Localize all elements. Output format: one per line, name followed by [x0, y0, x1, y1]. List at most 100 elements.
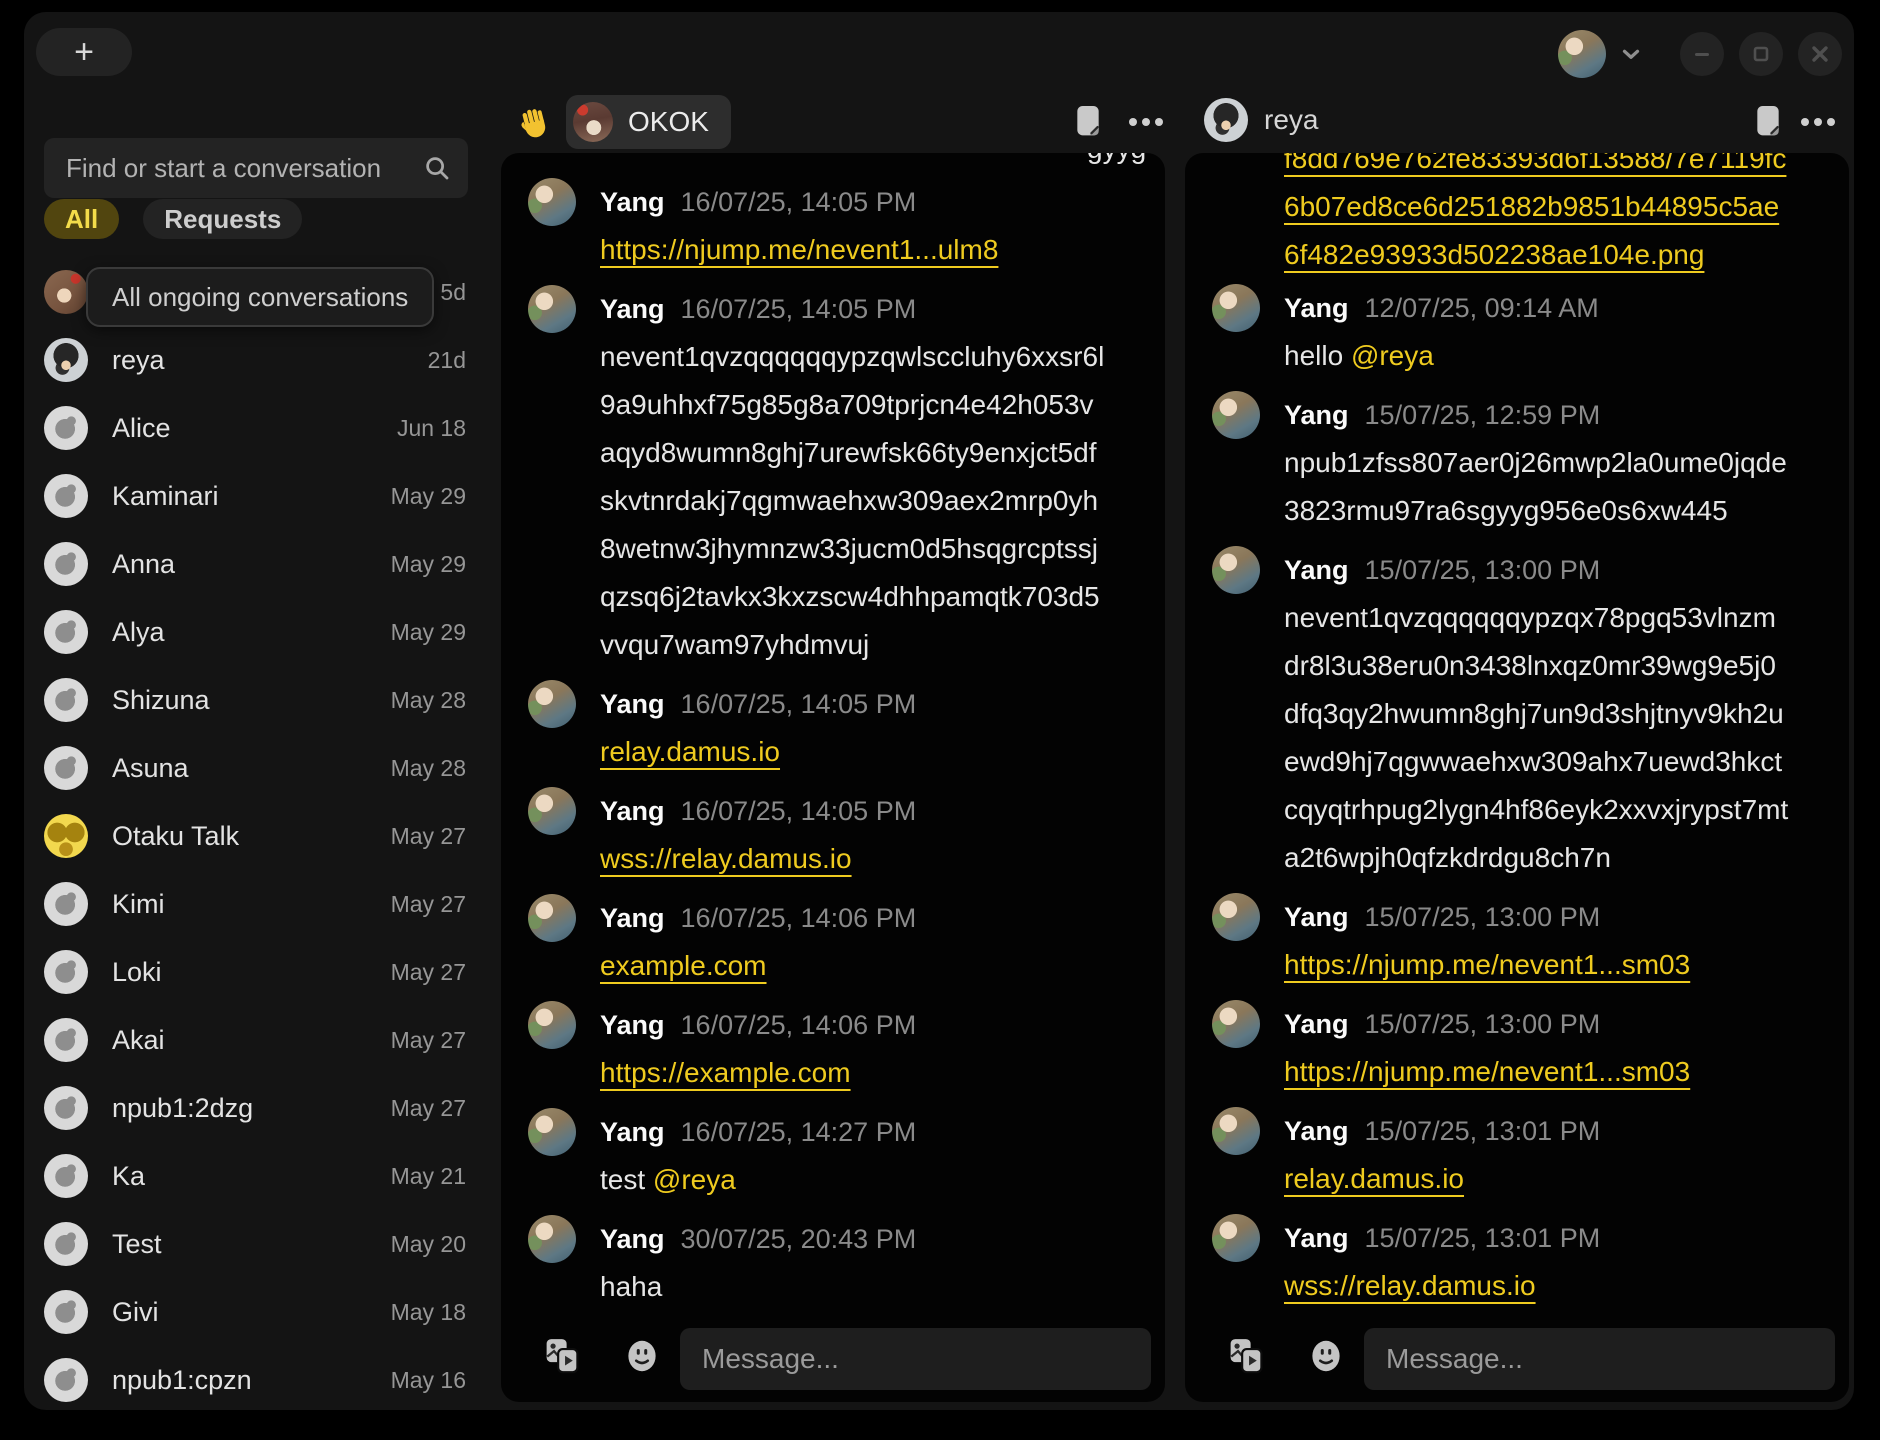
message-timestamp: 16/07/25, 14:06 PM [681, 894, 917, 942]
message: Yang15/07/25, 13:01 PMrelay.damus.io [1212, 1107, 1849, 1203]
message-avatar[interactable] [1212, 893, 1260, 941]
conversation-avatar [44, 814, 88, 858]
message-avatar[interactable] [528, 680, 576, 728]
conversation-item[interactable]: KimiMay 27 [36, 870, 472, 938]
message-link[interactable]: wss://relay.damus.io [600, 843, 852, 874]
message-input[interactable] [680, 1328, 1151, 1390]
message-avatar[interactable] [1212, 391, 1260, 439]
message-link[interactable]: https://example.com [600, 1057, 851, 1088]
message-author: Yang [1284, 893, 1349, 941]
message: Yang15/07/25, 13:00 PMhttps://njump.me/n… [1212, 1000, 1849, 1096]
conversation-item[interactable]: ShizunaMay 28 [36, 666, 472, 734]
conversation-name: Alya [112, 617, 165, 648]
message-link[interactable]: example.com [600, 950, 767, 981]
emoji-picker-icon[interactable] [1305, 1335, 1347, 1377]
conversation-item[interactable]: reya21d [36, 326, 472, 394]
message-avatar[interactable] [1212, 1000, 1260, 1048]
emoji-picker-icon[interactable] [621, 1335, 663, 1377]
conversation-date: May 27 [391, 891, 466, 918]
conversation-item[interactable]: npub1:cpznMay 16 [36, 1346, 472, 1410]
more-icon[interactable] [1124, 98, 1168, 146]
message: Yang15/07/25, 13:01 PMwss://relay.damus.… [1212, 1214, 1849, 1310]
message-avatar[interactable] [1212, 1214, 1260, 1262]
conversation-item[interactable]: Otaku TalkMay 27 [36, 802, 472, 870]
search-box[interactable] [44, 138, 468, 198]
message-link[interactable]: relay.damus.io [1284, 1163, 1464, 1194]
message: Yang12/07/25, 09:14 AMhello @reya [1212, 284, 1849, 380]
conversation-date: May 18 [391, 1299, 466, 1326]
message: Yang30/07/25, 20:43 PMhaha [528, 1215, 1165, 1311]
mention-link[interactable]: @reya [1351, 340, 1434, 371]
message: Yang16/07/25, 14:05 PMrelay.damus.io [528, 680, 1165, 776]
conversation-avatar [44, 882, 88, 926]
conversation-avatar [44, 1358, 88, 1402]
more-icon[interactable] [1796, 98, 1840, 146]
message-avatar[interactable] [528, 1108, 576, 1156]
chevron-down-icon[interactable] [1618, 41, 1644, 67]
message-timestamp: 16/07/25, 14:05 PM [681, 787, 917, 835]
message-author: Yang [1284, 284, 1349, 332]
message-link[interactable]: relay.damus.io [600, 736, 780, 767]
message-author: Yang [600, 894, 665, 942]
media-picker-icon[interactable] [541, 1335, 583, 1377]
conversation-avatar [44, 1154, 88, 1198]
chat-panel-okok: gyyg Yang16/07/25, 14:05 PMhttps://njump… [501, 153, 1165, 1402]
message-avatar[interactable] [528, 1215, 576, 1263]
conversation-date: 5d [440, 279, 466, 306]
chat-header-okok[interactable]: OKOK [566, 95, 731, 149]
conversation-item[interactable]: KaMay 21 [36, 1142, 472, 1210]
message-link[interactable]: https://njump.me/nevent1...sm03 [1284, 949, 1690, 980]
conversation-item[interactable]: GiviMay 18 [36, 1278, 472, 1346]
close-button[interactable] [1798, 32, 1842, 76]
conversation-avatar [44, 746, 88, 790]
message-link[interactable]: https://njump.me/nevent1...sm03 [1284, 1056, 1690, 1087]
message-avatar[interactable] [528, 1001, 576, 1049]
message-avatar[interactable] [1212, 1107, 1260, 1155]
message: Yang15/07/25, 13:00 PMnevent1qvzqqqqqqyp… [1212, 546, 1849, 882]
chat-header-reya[interactable]: reya [1204, 98, 1318, 142]
tab-requests[interactable]: Requests [143, 199, 302, 239]
maximize-button[interactable] [1739, 32, 1783, 76]
message-avatar[interactable] [1212, 284, 1260, 332]
conversation-item[interactable]: AnnaMay 29 [36, 530, 472, 598]
conversation-avatar [44, 542, 88, 586]
conversation-item[interactable]: AsunaMay 28 [36, 734, 472, 802]
message-timestamp: 12/07/25, 09:14 AM [1365, 284, 1599, 332]
message-link[interactable]: https://njump.me/nevent1...ulm8 [600, 234, 998, 265]
message-avatar[interactable] [528, 178, 576, 226]
message-text: nevent1qvzqqqqqqypzqwlsccluhy6xxsr6l9a9u… [600, 341, 1104, 660]
conversation-item[interactable]: LokiMay 27 [36, 938, 472, 1006]
note-icon[interactable] [1066, 98, 1110, 146]
message-avatar[interactable] [528, 787, 576, 835]
minimize-button[interactable] [1680, 32, 1724, 76]
mention-link[interactable]: @reya [653, 1164, 736, 1195]
conversation-name: Alice [112, 413, 171, 444]
conversation-date: May 28 [391, 687, 466, 714]
message-input[interactable] [1364, 1328, 1835, 1390]
conversation-date: May 27 [391, 823, 466, 850]
conversation-item[interactable]: AkaiMay 27 [36, 1006, 472, 1074]
conversation-name: Loki [112, 957, 162, 988]
current-user-avatar[interactable] [1558, 30, 1606, 78]
conversation-item[interactable]: TestMay 20 [36, 1210, 472, 1278]
message-avatar[interactable] [1212, 546, 1260, 594]
conversation-item[interactable]: AliceJun 18 [36, 394, 472, 462]
message-link[interactable]: wss://relay.damus.io [1284, 1270, 1536, 1301]
note-icon[interactable] [1746, 98, 1790, 146]
message-avatar[interactable] [528, 285, 576, 333]
conversation-item[interactable]: AlyaMay 29 [36, 598, 472, 666]
search-input[interactable] [44, 153, 422, 184]
chat-title: OKOK [628, 106, 709, 138]
message-avatar[interactable] [528, 894, 576, 942]
message-list: Yang 16/07/25, 14:05 PM https://njump.me/n… [501, 153, 1165, 1322]
conversation-item[interactable]: npub1:2dzgMay 27 [36, 1074, 472, 1142]
conversation-name: Test [112, 1229, 162, 1260]
filter-tabs: All Requests [44, 199, 302, 239]
message-author: Yang [1284, 546, 1349, 594]
conversation-item[interactable]: KaminariMay 29 [36, 462, 472, 530]
tab-all[interactable]: All [44, 199, 119, 239]
conversation-date: May 28 [391, 755, 466, 782]
message-timestamp: 16/07/25, 14:05 PM [681, 178, 917, 226]
media-picker-icon[interactable] [1225, 1335, 1267, 1377]
conversation-avatar [44, 610, 88, 654]
